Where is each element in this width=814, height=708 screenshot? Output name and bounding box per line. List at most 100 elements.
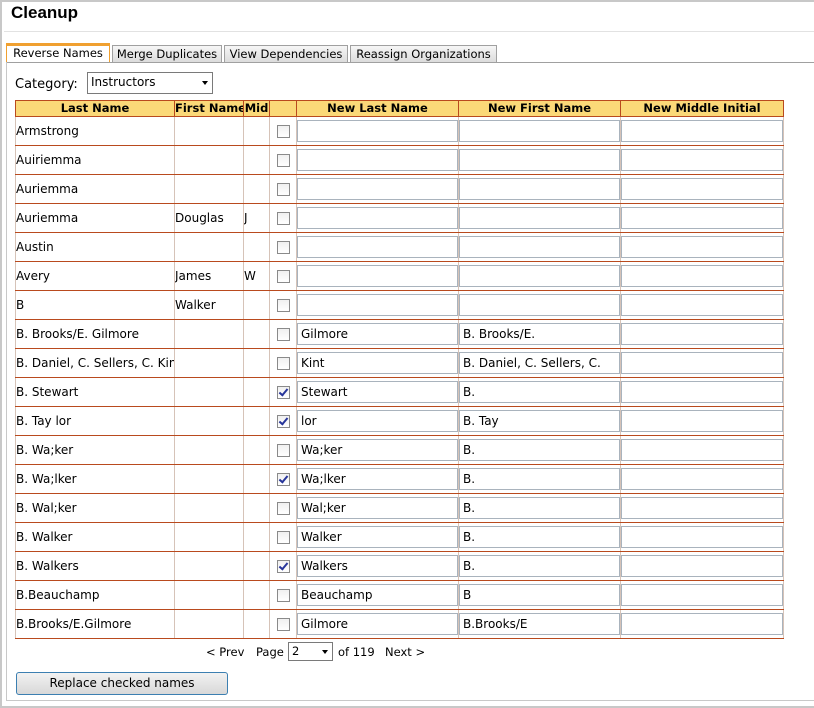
new-last-name-input[interactable]: [297, 265, 458, 287]
page-label: Page: [256, 645, 284, 659]
new-middle-initial-input[interactable]: [621, 468, 783, 490]
new-first-name-input[interactable]: [459, 149, 620, 171]
tab-reassign-organizations[interactable]: Reassign Organizations: [350, 45, 497, 62]
cell-last-name: Armstrong: [15, 116, 175, 146]
new-first-name-input[interactable]: B. Tay: [459, 410, 620, 432]
new-last-name-input[interactable]: Gilmore: [297, 323, 458, 345]
cell-last-name: Auriemma: [15, 203, 175, 233]
col-header-new-first-name: New First Name: [458, 100, 621, 117]
row-checkbox[interactable]: [276, 125, 290, 138]
new-first-name-input[interactable]: B.: [459, 439, 620, 461]
new-first-name-input[interactable]: [459, 120, 620, 142]
new-last-name-input[interactable]: [297, 236, 458, 258]
new-first-name-input[interactable]: [459, 178, 620, 200]
new-last-name-input[interactable]: Wa;ker: [297, 439, 458, 461]
row-checkbox[interactable]: [276, 241, 290, 254]
new-first-name-input[interactable]: B: [459, 584, 620, 606]
new-middle-initial-input[interactable]: [621, 207, 783, 229]
new-middle-initial-input[interactable]: [621, 294, 783, 316]
tab-view-dependencies[interactable]: View Dependencies: [224, 45, 348, 62]
page-select[interactable]: 2: [288, 642, 333, 661]
new-last-name-input[interactable]: lor: [297, 410, 458, 432]
new-middle-initial-input[interactable]: [621, 613, 783, 635]
new-first-name-input[interactable]: B.Brooks/E: [459, 613, 620, 635]
new-middle-initial-input[interactable]: [621, 439, 783, 461]
row-checkbox[interactable]: [276, 386, 290, 399]
new-last-name-input[interactable]: [297, 149, 458, 171]
cell-new-first-name: B. Tay: [458, 406, 621, 436]
new-first-name-input[interactable]: B.: [459, 468, 620, 490]
cell-select: [269, 232, 297, 262]
new-middle-initial-input[interactable]: [621, 410, 783, 432]
cell-new-last-name: Walker: [296, 522, 459, 552]
row-checkbox[interactable]: [276, 299, 290, 312]
cell-mid: [243, 609, 270, 639]
new-first-name-input[interactable]: B.: [459, 555, 620, 577]
next-page-link[interactable]: Next >: [385, 645, 425, 659]
new-first-name-input[interactable]: B.: [459, 381, 620, 403]
cell-new-first-name: B.: [458, 551, 621, 581]
row-checkbox[interactable]: [276, 473, 290, 486]
row-checkbox[interactable]: [276, 444, 290, 457]
new-first-name-input[interactable]: [459, 265, 620, 287]
row-checkbox[interactable]: [276, 502, 290, 515]
new-middle-initial-input[interactable]: [621, 584, 783, 606]
category-select[interactable]: Instructors: [87, 72, 213, 94]
new-last-name-input[interactable]: Wa;lker: [297, 468, 458, 490]
new-last-name-input[interactable]: Walker: [297, 526, 458, 548]
row-checkbox[interactable]: [276, 212, 290, 225]
new-middle-initial-input[interactable]: [621, 381, 783, 403]
new-first-name-input[interactable]: B.: [459, 526, 620, 548]
cell-select: [269, 493, 297, 523]
new-last-name-input[interactable]: Beauchamp: [297, 584, 458, 606]
new-middle-initial-input[interactable]: [621, 526, 783, 548]
cell-new-last-name: Kint: [296, 348, 459, 378]
new-middle-initial-input[interactable]: [621, 555, 783, 577]
cell-mid: [243, 319, 270, 349]
cell-new-last-name: Gilmore: [296, 609, 459, 639]
row-checkbox[interactable]: [276, 531, 290, 544]
row-checkbox[interactable]: [276, 183, 290, 196]
new-middle-initial-input[interactable]: [621, 352, 783, 374]
new-last-name-input[interactable]: [297, 294, 458, 316]
new-first-name-input[interactable]: [459, 236, 620, 258]
row-checkbox[interactable]: [276, 328, 290, 341]
new-middle-initial-input[interactable]: [621, 323, 783, 345]
cell-new-middle-initial: [620, 464, 784, 494]
row-checkbox[interactable]: [276, 415, 290, 428]
cell-last-name: Austin: [15, 232, 175, 262]
new-first-name-input[interactable]: [459, 207, 620, 229]
new-first-name-input[interactable]: B. Brooks/E.: [459, 323, 620, 345]
new-first-name-input[interactable]: B. Daniel, C. Sellers, C.: [459, 352, 620, 374]
row-checkbox[interactable]: [276, 589, 290, 602]
new-last-name-input[interactable]: [297, 207, 458, 229]
cell-first-name: [174, 435, 244, 465]
tab-merge-duplicates[interactable]: Merge Duplicates: [112, 45, 222, 62]
tab-reverse-names[interactable]: Reverse Names: [6, 43, 110, 63]
row-checkbox[interactable]: [276, 357, 290, 370]
replace-checked-names-button[interactable]: Replace checked names: [16, 672, 228, 695]
cell-new-first-name: [458, 116, 621, 146]
new-last-name-input[interactable]: Wal;ker: [297, 497, 458, 519]
new-first-name-input[interactable]: B.: [459, 497, 620, 519]
new-middle-initial-input[interactable]: [621, 120, 783, 142]
row-checkbox[interactable]: [276, 270, 290, 283]
prev-page-link[interactable]: < Prev: [206, 645, 244, 659]
row-checkbox[interactable]: [276, 618, 290, 631]
new-last-name-input[interactable]: Walkers: [297, 555, 458, 577]
col-header-select: [269, 100, 297, 117]
new-middle-initial-input[interactable]: [621, 178, 783, 200]
new-middle-initial-input[interactable]: [621, 236, 783, 258]
new-last-name-input[interactable]: Stewart: [297, 381, 458, 403]
new-first-name-input[interactable]: [459, 294, 620, 316]
new-middle-initial-input[interactable]: [621, 149, 783, 171]
new-last-name-input[interactable]: [297, 178, 458, 200]
new-last-name-input[interactable]: [297, 120, 458, 142]
new-last-name-input[interactable]: Kint: [297, 352, 458, 374]
new-middle-initial-input[interactable]: [621, 265, 783, 287]
cell-new-first-name: B.: [458, 522, 621, 552]
row-checkbox[interactable]: [276, 560, 290, 573]
row-checkbox[interactable]: [276, 154, 290, 167]
new-last-name-input[interactable]: Gilmore: [297, 613, 458, 635]
new-middle-initial-input[interactable]: [621, 497, 783, 519]
